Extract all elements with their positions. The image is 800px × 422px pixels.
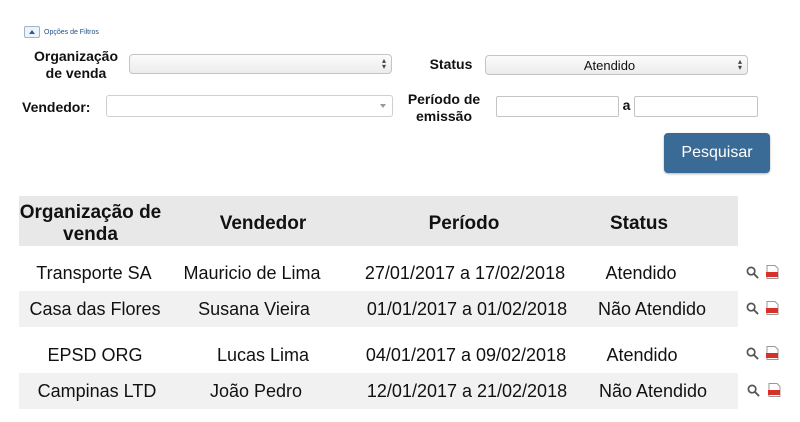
cell-status: Não Atendido — [597, 299, 707, 319]
collapse-icon — [24, 26, 40, 38]
table-row: Transporte SA Mauricio de Lima 27/01/201… — [19, 255, 779, 291]
chevron-down-icon — [380, 104, 386, 108]
cell-periodo: 12/01/2017 a 21/02/2018 — [366, 381, 568, 401]
pdf-icon[interactable] — [766, 265, 779, 279]
cell-periodo: 27/01/2017 a 17/02/2018 — [364, 263, 566, 283]
select-arrows-icon: ▴ ▾ — [381, 56, 386, 71]
table-header: Organização de venda Vendedor Período St… — [19, 196, 738, 246]
org-label: Organização de venda — [33, 48, 119, 81]
cell-status: Atendido — [606, 345, 678, 365]
periodo-label: Período de emissão — [407, 91, 481, 124]
status-label: Status — [429, 56, 473, 72]
search-icon[interactable] — [746, 266, 759, 279]
cell-vendedor: João Pedro — [209, 381, 303, 401]
filter-options-label: Opções de Filtros — [44, 28, 99, 36]
table-row: Casa das Flores Susana Vieira 01/01/2017… — [19, 291, 779, 327]
org-select[interactable]: ▴ ▾ — [129, 54, 392, 74]
cell-org: Casa das Flores — [29, 299, 161, 319]
search-icon[interactable] — [746, 347, 759, 360]
search-icon[interactable] — [746, 302, 759, 315]
cell-vendedor: Mauricio de Lima — [183, 263, 321, 283]
cell-status: Não Atendido — [598, 381, 708, 401]
filter-options-toggle[interactable]: Opções de Filtros — [24, 26, 99, 38]
pdf-icon[interactable] — [766, 301, 779, 315]
cell-status: Atendido — [605, 263, 677, 283]
cell-periodo: 04/01/2017 a 09/02/2018 — [365, 345, 567, 365]
pdf-icon[interactable] — [766, 346, 779, 360]
pdf-icon[interactable] — [768, 383, 781, 397]
table-row: Campinas LTD João Pedro 12/01/2017 a 21/… — [19, 373, 781, 409]
column-header-vendedor: Vendedor — [219, 213, 307, 234]
column-header-periodo: Período — [428, 213, 500, 234]
search-button[interactable]: Pesquisar — [664, 133, 770, 173]
status-select-value: Atendido — [583, 57, 636, 73]
column-header-org: Organização de venda — [19, 202, 162, 245]
vendedor-label: Vendedor: — [22, 99, 91, 115]
vendedor-combobox[interactable] — [106, 95, 393, 117]
cell-vendedor: Susana Vieira — [198, 299, 310, 319]
column-header-status: Status — [609, 213, 669, 234]
cell-periodo: 01/01/2017 a 01/02/2018 — [366, 299, 568, 319]
cell-org: Campinas LTD — [37, 381, 157, 401]
cell-vendedor: Lucas Lima — [216, 345, 310, 365]
status-select[interactable]: Atendido ▴ ▾ — [485, 55, 748, 75]
periodo-end-input[interactable] — [634, 96, 758, 117]
select-arrows-icon: ▴ ▾ — [737, 57, 742, 72]
table-row: EPSD ORG Lucas Lima 04/01/2017 a 09/02/2… — [19, 337, 779, 373]
periodo-separator: a — [622, 97, 631, 113]
cell-org: Transporte SA — [36, 263, 152, 283]
cell-org: EPSD ORG — [47, 345, 143, 365]
search-icon[interactable] — [747, 384, 760, 397]
periodo-start-input[interactable] — [496, 96, 619, 117]
